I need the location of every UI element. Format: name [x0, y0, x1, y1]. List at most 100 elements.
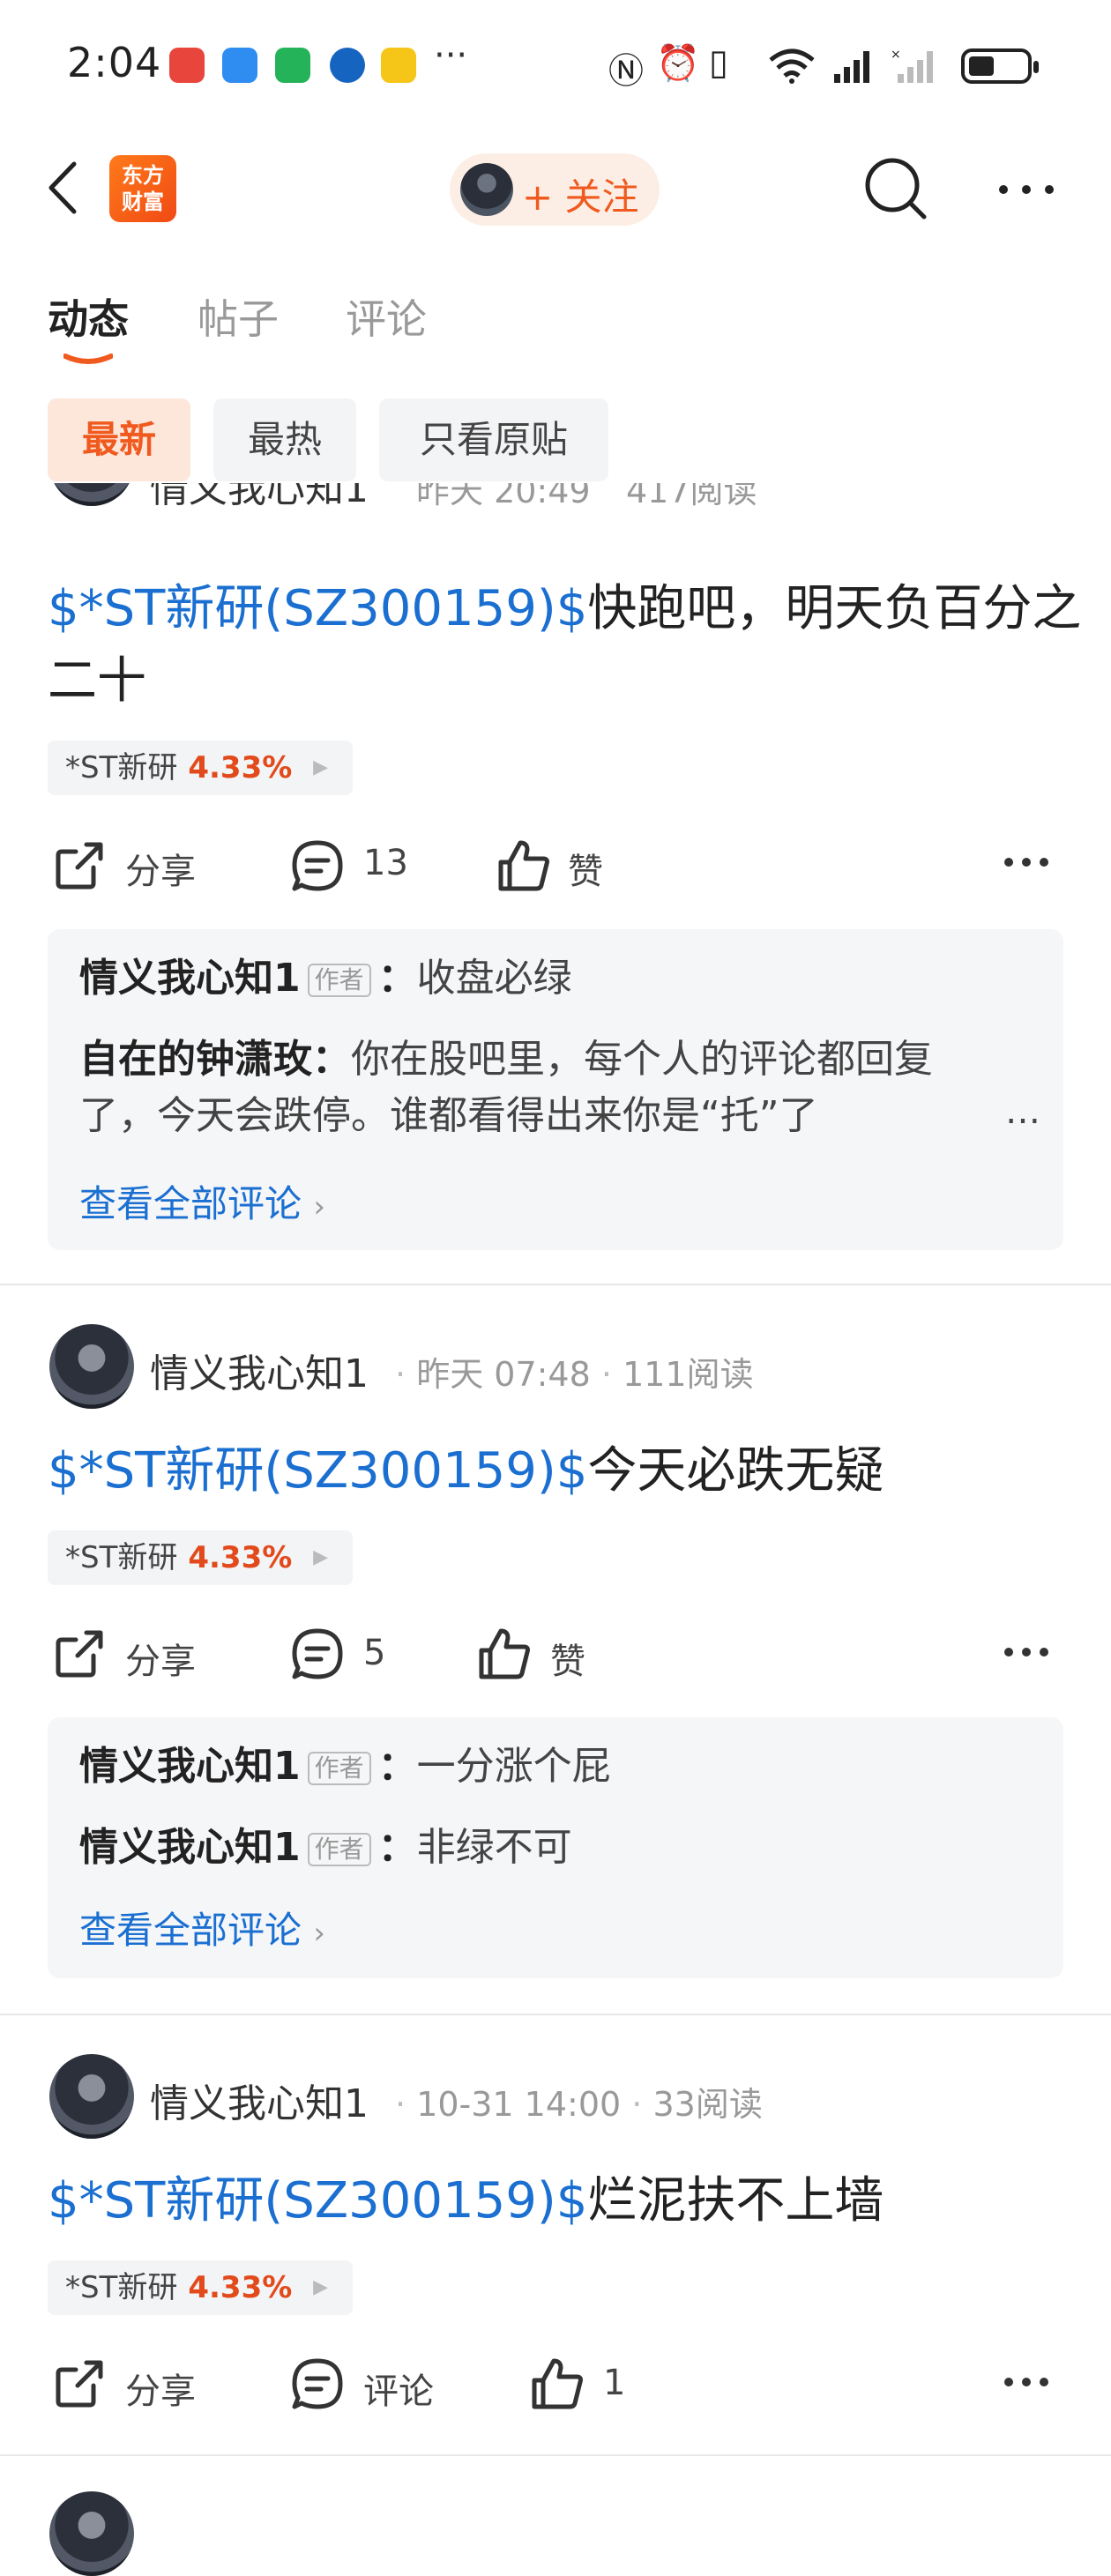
more-options-icon[interactable]	[996, 176, 1056, 203]
post-1-stock-chip[interactable]: *ST新研 4.33% ▶	[48, 741, 353, 795]
post-2-comment-count[interactable]: 5	[363, 1633, 385, 1673]
author-tag: 作者	[307, 1833, 371, 1866]
colon: ：	[377, 956, 417, 1001]
post-3-text: 烂泥扶不上墙	[587, 2172, 884, 2230]
colon: ：	[312, 1037, 351, 1082]
post-1-like-label[interactable]: 赞	[568, 843, 603, 894]
follow-label: + 关注	[522, 175, 639, 219]
nfc-icon: Ⓝ	[608, 51, 644, 92]
svg-text:×: ×	[891, 48, 901, 62]
finance-app-icon	[275, 48, 310, 83]
post-1-stock-link[interactable]: $*ST新研(SZ300159)$	[48, 580, 587, 637]
post-3-like-count[interactable]: 1	[603, 2363, 625, 2403]
stock-change: 4.33%	[188, 2270, 293, 2305]
comment-truncation-ellipsis: …	[1005, 1091, 1040, 1132]
post-1-author[interactable]: 情义我心知1	[150, 483, 369, 508]
app-logo: 东方 财富	[109, 155, 176, 222]
filter-latest[interactable]: 最新	[48, 398, 190, 481]
post-3-time: 10-31 14:00	[416, 2085, 622, 2124]
post-3-meta: · 10-31 14:00 · 33阅读	[395, 2085, 763, 2124]
like-icon[interactable]	[529, 2356, 585, 2412]
divider	[0, 2454, 1111, 2456]
post-2-share-label[interactable]: 分享	[125, 1633, 196, 1684]
comment-icon[interactable]	[289, 1626, 346, 1682]
post-1-content[interactable]: $*ST新研(SZ300159)$快跑吧，明天负百分之二十	[48, 573, 1088, 718]
post-1-comment-box: 情义我心知1 作者 ：收盘必绿 自在的钟潇玫：你在股吧里，每个人的评论都回复了，今天…	[48, 929, 1063, 1250]
view-all-comments-link[interactable]: 查看全部评论 ›	[79, 1901, 325, 1954]
comment-row[interactable]: 情义我心知1 作者 ：一分涨个屁	[79, 1738, 1032, 1795]
post-2-stock-link[interactable]: $*ST新研(SZ300159)$	[48, 1442, 587, 1500]
chevron-right-icon: ▶	[313, 756, 328, 778]
post-2-avatar[interactable]	[49, 1324, 134, 1409]
share-icon[interactable]	[51, 2356, 108, 2412]
post-1-share-label[interactable]: 分享	[125, 843, 196, 894]
tab-dynamics[interactable]: 动态	[48, 287, 129, 346]
weibo-app-icon	[381, 48, 416, 83]
post-2-content[interactable]: $*ST新研(SZ300159)$今天必跌无疑	[48, 1435, 1088, 1508]
comment-user[interactable]: 情义我心知1	[79, 956, 301, 1001]
status-time: 2:04	[67, 39, 162, 86]
comment-text: 一分涨个屁	[416, 1744, 611, 1789]
post-2-author[interactable]: 情义我心知1	[150, 1342, 369, 1398]
comment-row[interactable]: 自在的钟潇玫：你在股吧里，每个人的评论都回复了，今天会跌停。谁都看得出来你是“托…	[79, 1031, 996, 1144]
comment-icon[interactable]	[289, 838, 346, 894]
comment-row[interactable]: 情义我心知1 作者 ：非绿不可	[79, 1820, 1032, 1876]
follow-button[interactable]: + 关注	[450, 153, 660, 226]
stock-name: *ST新研	[65, 750, 178, 785]
post-1-avatar[interactable]	[49, 483, 134, 506]
message-app-icon	[222, 48, 257, 83]
post-4-avatar[interactable]	[49, 2491, 134, 2576]
post-2-time: 昨天 07:48	[416, 1355, 591, 1394]
like-icon[interactable]	[496, 838, 552, 894]
signal-2-icon: ×	[891, 48, 933, 83]
share-icon[interactable]	[51, 1626, 108, 1682]
stock-name: *ST新研	[65, 1540, 178, 1575]
view-all-comments-link[interactable]: 查看全部评论 ›	[79, 1174, 325, 1228]
filter-hot[interactable]: 最热	[213, 398, 356, 481]
comment-icon[interactable]	[289, 2356, 346, 2412]
chevron-right-icon: ▶	[313, 2276, 328, 2298]
comment-row[interactable]: 情义我心知1 作者 ：收盘必绿	[79, 950, 1032, 1007]
post-3-share-label[interactable]: 分享	[125, 2363, 196, 2414]
notification-app-icon	[169, 48, 205, 83]
comment-user[interactable]: 自在的钟潇玫	[79, 1037, 312, 1082]
search-icon[interactable]	[862, 155, 929, 222]
comment-user[interactable]: 情义我心知1	[79, 1825, 301, 1870]
post-3-author[interactable]: 情义我心知1	[150, 2072, 369, 2128]
divider	[0, 1284, 1111, 1285]
post-3-stock-chip[interactable]: *ST新研 4.33% ▶	[48, 2260, 353, 2315]
view-all-label: 查看全部评论	[79, 1909, 302, 1952]
author-tag: 作者	[307, 1752, 371, 1785]
logo-line-1: 东方	[122, 163, 164, 188]
post-3-reads: 33阅读	[652, 2085, 763, 2124]
post-1-reads: 417阅读	[626, 483, 757, 508]
post-3-more-icon[interactable]	[1003, 2375, 1049, 2389]
like-icon[interactable]	[476, 1626, 533, 1682]
tab-comments[interactable]: 评论	[346, 287, 427, 346]
post-3-comment-label[interactable]: 评论	[363, 2363, 434, 2414]
post-2-comment-box: 情义我心知1 作者 ：一分涨个屁 情义我心知1 作者 ：非绿不可 查看全部评论 ›	[48, 1717, 1063, 1978]
post-1-time: 昨天 20:49	[416, 483, 591, 508]
stock-name: *ST新研	[65, 2270, 178, 2305]
colon: ：	[377, 1744, 417, 1789]
status-bar: 2:04 ··· Ⓝ ⏰ ▯ ×	[0, 0, 1111, 132]
vibrate-icon: ▯	[709, 42, 729, 83]
post-3-stock-link[interactable]: $*ST新研(SZ300159)$	[48, 2172, 587, 2230]
post-2-like-label[interactable]: 赞	[550, 1633, 585, 1684]
post-3-avatar[interactable]	[49, 2054, 134, 2139]
divider	[0, 2014, 1111, 2015]
post-3-content[interactable]: $*ST新研(SZ300159)$烂泥扶不上墙	[48, 2165, 1088, 2237]
post-1-more-icon[interactable]	[1003, 855, 1049, 869]
comment-user[interactable]: 情义我心知1	[79, 1744, 301, 1789]
post-1-header: 情义我心知1 昨天 20:49 417阅读	[0, 483, 1111, 508]
post-2-stock-chip[interactable]: *ST新研 4.33% ▶	[48, 1530, 353, 1585]
back-arrow-icon[interactable]	[46, 160, 81, 215]
comment-text: 非绿不可	[416, 1825, 572, 1870]
active-tab-indicator	[63, 354, 113, 364]
share-icon[interactable]	[51, 838, 108, 894]
filter-original-only[interactable]: 只看原贴	[379, 398, 608, 481]
post-1-comment-count[interactable]: 13	[363, 843, 408, 883]
tab-posts[interactable]: 帖子	[198, 287, 279, 346]
post-2-more-icon[interactable]	[1003, 1645, 1049, 1659]
chevron-right-icon: ›	[313, 1189, 325, 1225]
